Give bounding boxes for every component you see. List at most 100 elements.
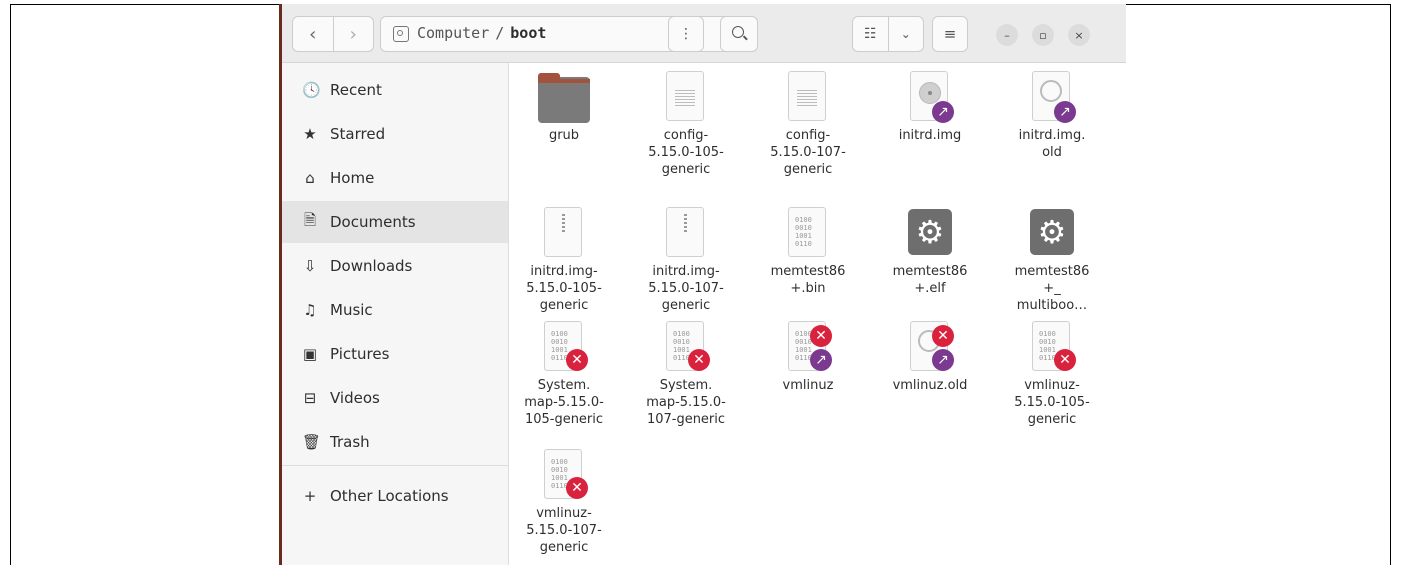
maximize-button[interactable]: ▫ <box>1032 24 1054 46</box>
view-options-button[interactable]: ⌄ <box>887 17 924 51</box>
file-item[interactable]: ✕ ↗ vmlinuz.old <box>875 321 985 394</box>
file-icon: ⚙ <box>1026 207 1078 259</box>
sidebar-item-trash[interactable]: 🗑 Trash <box>282 421 508 463</box>
sidebar-item-downloads[interactable]: ⇩ Downloads <box>282 245 508 287</box>
main-menu-button[interactable]: ≡ <box>932 16 968 52</box>
file-item[interactable]: initrd.img- 5.15.0-105- generic <box>509 207 619 314</box>
folder-icon <box>538 73 590 123</box>
file-name: memtest86 +.bin <box>770 264 846 296</box>
sidebar-item-home[interactable]: ⌂ Home <box>282 157 508 199</box>
frame-left <box>10 4 11 565</box>
drive-icon <box>393 26 409 42</box>
disc-icon <box>919 82 941 104</box>
close-button[interactable]: × <box>1068 24 1090 46</box>
file-item[interactable]: 0100 0010 1001 0110 memtest86 +.bin <box>753 207 863 297</box>
file-icon: 0100 0010 1001 0110 ✕ ↗ <box>782 321 834 373</box>
file-item[interactable]: config- 5.15.0-105- generic <box>631 71 741 178</box>
home-icon: ⌂ <box>305 169 315 187</box>
path-current[interactable]: boot <box>510 24 546 42</box>
symlink-badge-icon: ↗ <box>932 101 954 123</box>
sidebar-item-label: Videos <box>330 389 380 407</box>
broken-badge-icon: ✕ <box>932 325 954 347</box>
path-location[interactable]: Computer <box>417 24 489 42</box>
file-item[interactable]: config- 5.15.0-107- generic <box>753 71 863 178</box>
file-item[interactable]: initrd.img- 5.15.0-107- generic <box>631 207 741 314</box>
maximize-icon: ▫ <box>1039 28 1047 42</box>
broken-badge-icon: ✕ <box>688 349 710 371</box>
sidebar-divider <box>282 465 508 466</box>
path-separator: / <box>495 24 505 42</box>
sidebar-item-label: Pictures <box>330 345 390 363</box>
file-item[interactable]: ↗ initrd.img. old <box>997 71 1107 161</box>
clock-icon: 🕓 <box>302 81 321 99</box>
file-name: initrd.img. old <box>1018 128 1086 160</box>
sidebar-item-documents[interactable]: 🗎 Documents <box>282 201 508 243</box>
sidebar-item-other-locations[interactable]: + Other Locations <box>282 475 508 517</box>
music-icon: ♫ <box>303 301 317 319</box>
picture-icon: ▣ <box>302 345 318 363</box>
file-icon: 0100 0010 1001 0110 ✕ <box>660 321 712 373</box>
text-lines-icon <box>675 90 695 106</box>
broken-badge-icon: ✕ <box>810 325 832 347</box>
file-icon: ⚙ <box>904 207 956 259</box>
file-name: initrd.img <box>898 128 962 143</box>
gear-icon: ⚙ <box>1030 209 1074 255</box>
file-item[interactable]: 0100 0010 1001 0110 ✕ ↗ vmlinuz <box>753 321 863 394</box>
sidebar: 🕓 Recent ★ Starred ⌂ Home 🗎 Documents ⇩ Downl… <box>282 63 509 565</box>
sidebar-item-label: Recent <box>330 81 382 99</box>
gear-icon: ⚙ <box>908 209 952 255</box>
back-icon: ‹ <box>309 23 317 45</box>
file-item[interactable]: 0100 0010 1001 0110 ✕ vmlinuz- 5.15.0-105- gene… <box>997 321 1107 428</box>
kebab-icon: ⋮ <box>679 26 693 42</box>
forward-icon: › <box>349 23 357 45</box>
file-name: config- 5.15.0-105- generic <box>648 128 724 177</box>
text-lines-icon <box>797 90 817 106</box>
document-icon <box>544 207 582 257</box>
chevron-down-icon: ⌄ <box>900 27 911 41</box>
sidebar-item-label: Other Locations <box>330 487 449 505</box>
file-grid: grub config- 5.15.0-105- generic config- 5.15… <box>509 63 1126 565</box>
file-name: vmlinuz- 5.15.0-107- generic <box>526 506 602 555</box>
sidebar-item-videos[interactable]: ⊟ Videos <box>282 377 508 419</box>
sidebar-item-label: Trash <box>330 433 370 451</box>
file-name: initrd.img- 5.15.0-107- generic <box>648 264 724 313</box>
file-name: System. map-5.15.0- 105-generic <box>524 378 604 427</box>
document-icon: 0100 0010 1001 0110 <box>788 207 826 257</box>
document-icon: 🗎 <box>303 210 317 229</box>
star-icon: ★ <box>303 125 317 143</box>
search-button[interactable] <box>720 16 758 52</box>
file-icon <box>538 207 590 259</box>
file-name: vmlinuz <box>782 378 834 393</box>
minimize-button[interactable]: – <box>996 24 1018 46</box>
file-item[interactable]: 0100 0010 1001 0110 ✕ vmlinuz- 5.15.0-107- gene… <box>509 449 619 556</box>
trash-icon: 🗑 <box>302 433 322 451</box>
broken-badge-icon: ✕ <box>566 477 588 499</box>
file-name: vmlinuz.old <box>892 378 968 393</box>
file-name: memtest86 +.elf <box>892 264 968 296</box>
back-button[interactable]: ‹ <box>293 17 333 51</box>
sidebar-item-music[interactable]: ♫ Music <box>282 289 508 331</box>
view-list-button[interactable]: ☷ <box>853 17 888 51</box>
binary-icon: 0100 0010 1001 0110 <box>795 216 812 248</box>
file-item[interactable]: 0100 0010 1001 0110 ✕ System. map-5.15.0- 105-g… <box>509 321 619 428</box>
minimize-icon: – <box>1004 28 1010 42</box>
file-icon: ↗ <box>1026 71 1078 123</box>
file-icon <box>538 71 590 123</box>
file-item[interactable]: ⚙ memtest86 +.elf <box>875 207 985 297</box>
sidebar-item-starred[interactable]: ★ Starred <box>282 113 508 155</box>
file-item[interactable]: ↗ initrd.img <box>875 71 985 144</box>
file-item[interactable]: ⚙ memtest86 +_ multiboo… <box>997 207 1107 314</box>
symlink-badge-icon: ↗ <box>810 349 832 371</box>
sidebar-item-pictures[interactable]: ▣ Pictures <box>282 333 508 375</box>
file-name: memtest86 +_ multiboo… <box>1014 264 1090 313</box>
file-icon <box>660 71 712 123</box>
file-icon <box>660 207 712 259</box>
forward-button[interactable]: › <box>332 17 374 51</box>
document-icon <box>666 207 704 257</box>
film-icon: ⊟ <box>303 389 317 407</box>
file-item[interactable]: 0100 0010 1001 0110 ✕ System. map-5.15.0- 107-g… <box>631 321 741 428</box>
path-menu-button[interactable]: ⋮ <box>668 16 704 52</box>
nav-buttons: ‹ › <box>292 16 374 52</box>
sidebar-item-recent[interactable]: 🕓 Recent <box>282 69 508 111</box>
file-item[interactable]: grub <box>509 71 619 144</box>
